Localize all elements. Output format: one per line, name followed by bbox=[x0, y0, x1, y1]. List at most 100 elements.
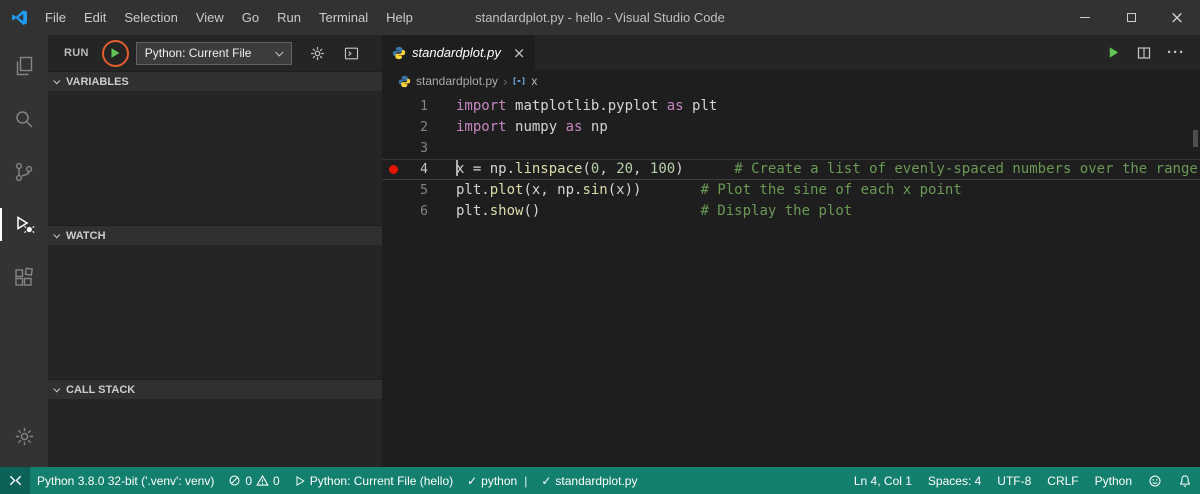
notifications-bell[interactable] bbox=[1170, 467, 1200, 494]
python-interpreter-status[interactable]: Python 3.8.0 32-bit ('.venv': venv) bbox=[30, 467, 221, 494]
breakpoint-dot[interactable] bbox=[388, 165, 398, 174]
more-actions-icon[interactable]: ··· bbox=[1167, 44, 1185, 61]
extensions-icon[interactable] bbox=[0, 251, 48, 304]
file-check-status[interactable]: ✓ standardplot.py bbox=[534, 467, 644, 494]
watch-section-header[interactable]: WATCH bbox=[48, 225, 382, 245]
encoding-status[interactable]: UTF-8 bbox=[989, 467, 1039, 494]
eol-status[interactable]: CRLF bbox=[1039, 467, 1086, 494]
code-text: import numpy as np bbox=[456, 119, 608, 135]
code-line-6[interactable]: 6 plt.show() # Display the plot bbox=[382, 201, 1200, 222]
run-toolbar: RUN Python: Current File bbox=[48, 35, 382, 71]
error-count: 0 bbox=[245, 473, 253, 488]
linter-label: python bbox=[481, 473, 518, 488]
debug-configuration-status[interactable]: Python: Current File (hello) bbox=[287, 467, 460, 494]
cursor-position-status[interactable]: Ln 4, Col 1 bbox=[846, 467, 920, 494]
code-lines: 1 import matplotlib.pyplot as plt 2 import … bbox=[382, 96, 1200, 222]
tab-close-icon[interactable]: × bbox=[513, 44, 526, 62]
menu-file[interactable]: File bbox=[36, 0, 75, 35]
bell-icon bbox=[1180, 474, 1190, 487]
editor-group: standardplot.py × ··· standardplot.py › … bbox=[382, 35, 1200, 467]
indentation-status[interactable]: Spaces: 4 bbox=[920, 467, 989, 494]
eol-label: CRLF bbox=[1047, 473, 1079, 488]
code-line-1[interactable]: 1 import matplotlib.pyplot as plt bbox=[382, 96, 1200, 117]
tab-filename: standardplot.py bbox=[412, 45, 501, 60]
line-number: 5 bbox=[420, 183, 428, 198]
chevron-down-icon bbox=[53, 77, 61, 85]
smiley-icon bbox=[1149, 474, 1161, 487]
code-text: x = np.linspace(0, 20, 100) # Create a l… bbox=[456, 160, 1198, 177]
debug-console-icon[interactable] bbox=[343, 45, 360, 62]
maximize-button[interactable] bbox=[1108, 0, 1154, 35]
explorer-icon[interactable] bbox=[0, 39, 48, 92]
split-editor-icon[interactable] bbox=[1136, 45, 1152, 61]
call-stack-section-header[interactable]: CALL STACK bbox=[48, 379, 382, 399]
window-controls: × bbox=[1062, 0, 1200, 35]
remote-icon bbox=[9, 475, 21, 486]
tab-standardplot[interactable]: standardplot.py × bbox=[382, 35, 536, 70]
run-python-file-icon[interactable] bbox=[1106, 45, 1121, 60]
problems-indicator[interactable]: 0 0 bbox=[221, 467, 286, 494]
check-icon: ✓ bbox=[467, 473, 478, 488]
warning-icon bbox=[256, 474, 269, 486]
vscode-logo-icon bbox=[0, 9, 36, 26]
menu-bar: File Edit Selection View Go Run Terminal… bbox=[36, 0, 422, 35]
manage-gear-icon[interactable] bbox=[0, 413, 48, 459]
breadcrumb-separator: › bbox=[503, 73, 508, 89]
code-line-2[interactable]: 2 import numpy as np bbox=[382, 117, 1200, 138]
remote-indicator[interactable] bbox=[0, 467, 30, 494]
watch-section-label: WATCH bbox=[66, 229, 106, 242]
menu-selection[interactable]: Selection bbox=[115, 0, 186, 35]
code-text: import matplotlib.pyplot as plt bbox=[456, 98, 718, 114]
configure-gear-icon[interactable] bbox=[309, 45, 326, 62]
code-editor[interactable]: 1 import matplotlib.pyplot as plt 2 import … bbox=[382, 92, 1200, 467]
editor-actions: ··· bbox=[1106, 35, 1200, 70]
line-number: 6 bbox=[420, 204, 428, 219]
launch-config-dropdown[interactable]: Python: Current File bbox=[135, 41, 292, 65]
menu-help[interactable]: Help bbox=[377, 0, 422, 35]
menu-view[interactable]: View bbox=[187, 0, 233, 35]
code-text: plt.plot(x, np.sin(x)) # Plot the sine o… bbox=[456, 182, 962, 198]
menu-edit[interactable]: Edit bbox=[75, 0, 115, 35]
python-file-icon bbox=[392, 46, 406, 59]
play-outline-icon bbox=[296, 475, 305, 486]
status-bar: Python 3.8.0 32-bit ('.venv': venv) 0 0 … bbox=[0, 467, 1200, 494]
source-control-icon[interactable] bbox=[0, 145, 48, 198]
tab-bar-empty-space[interactable] bbox=[535, 35, 1106, 70]
warning-count: 0 bbox=[273, 473, 280, 488]
line-number: 2 bbox=[420, 120, 428, 135]
start-debugging-button[interactable] bbox=[101, 39, 129, 67]
breadcrumb-symbol[interactable]: x bbox=[531, 74, 537, 88]
file-check-label: standardplot.py bbox=[555, 473, 638, 488]
symbol-variable-icon bbox=[514, 77, 525, 85]
vscode-window: File Edit Selection View Go Run Terminal… bbox=[0, 0, 1200, 494]
minimize-button[interactable] bbox=[1062, 0, 1108, 35]
code-line-3[interactable]: 3 bbox=[382, 138, 1200, 159]
code-line-4[interactable]: 4 x = np.linspace(0, 20, 100) # Create a … bbox=[382, 159, 1200, 180]
python-file-icon bbox=[398, 75, 411, 87]
error-icon bbox=[229, 475, 240, 486]
annotation-highlight-ring bbox=[101, 39, 129, 67]
menu-terminal[interactable]: Terminal bbox=[310, 0, 377, 35]
language-mode-status[interactable]: Python bbox=[1087, 467, 1140, 494]
breakpoint-glyph[interactable] bbox=[382, 165, 404, 174]
code-line-5[interactable]: 5 plt.plot(x, np.sin(x)) # Plot the sine … bbox=[382, 180, 1200, 201]
activity-bar bbox=[0, 35, 48, 467]
scrollbar-thumb[interactable] bbox=[1193, 130, 1198, 147]
feedback-smiley[interactable] bbox=[1140, 467, 1170, 494]
run-debug-sidebar: RUN Python: Current File VARIABLES WATCH… bbox=[48, 35, 382, 467]
variables-section-header[interactable]: VARIABLES bbox=[48, 71, 382, 91]
line-number: 4 bbox=[420, 162, 428, 177]
variables-panel bbox=[48, 91, 382, 225]
menu-go[interactable]: Go bbox=[233, 0, 268, 35]
check-icon: ✓ bbox=[541, 473, 552, 488]
breadcrumb-file[interactable]: standardplot.py bbox=[416, 74, 498, 88]
chevron-down-icon bbox=[53, 231, 61, 239]
search-icon[interactable] bbox=[0, 92, 48, 145]
linter-status[interactable]: ✓ python | bbox=[460, 467, 534, 494]
close-button[interactable]: × bbox=[1154, 0, 1200, 35]
chevron-down-icon bbox=[274, 48, 284, 57]
status-separator: | bbox=[524, 473, 528, 488]
menu-run[interactable]: Run bbox=[268, 0, 310, 35]
title-bar: File Edit Selection View Go Run Terminal… bbox=[0, 0, 1200, 35]
run-and-debug-icon[interactable] bbox=[0, 198, 48, 251]
